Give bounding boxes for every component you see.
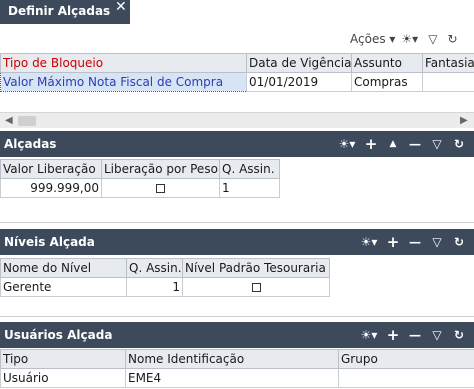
remove-icon[interactable]: — bbox=[404, 235, 426, 249]
filter-icon[interactable]: ▽ bbox=[426, 137, 448, 151]
columns-icon[interactable]: ☀▾ bbox=[401, 30, 418, 48]
scrollbar-thumb[interactable] bbox=[18, 116, 36, 126]
add-icon[interactable]: + bbox=[382, 233, 404, 251]
close-icon[interactable]: ✕ bbox=[115, 0, 127, 15]
add-icon[interactable]: + bbox=[382, 326, 404, 344]
filter-icon[interactable]: ▽ bbox=[426, 328, 448, 342]
column-header-data-vigencia[interactable]: Data de Vigência bbox=[246, 53, 352, 73]
panel-title: Alçadas bbox=[4, 137, 57, 151]
main-toolbar: Ações ▾ ☀▾ ▽ ↻ bbox=[350, 28, 458, 50]
columns-icon[interactable]: ☀▾ bbox=[356, 328, 382, 342]
usuarios-toolbar: ☀▾ + — ▽ ↻ bbox=[356, 325, 470, 345]
remove-icon[interactable]: — bbox=[404, 137, 426, 151]
refresh-icon[interactable]: ↻ bbox=[448, 328, 470, 342]
column-header-q-assin[interactable]: Q. Assin. bbox=[219, 159, 280, 179]
column-header-fantasia[interactable]: Fantasia bbox=[422, 53, 474, 73]
panel-header-alcadas: Alçadas ☀▾ + ▲ — ▽ ↻ bbox=[0, 131, 474, 157]
move-up-icon[interactable]: ▲ bbox=[382, 139, 404, 149]
refresh-icon[interactable]: ↻ bbox=[447, 30, 457, 48]
column-header-grupo[interactable]: Grupo bbox=[338, 349, 474, 369]
scroll-right-icon[interactable]: ▶ bbox=[460, 115, 468, 126]
panel-title: Usuários Alçada bbox=[4, 328, 113, 342]
columns-icon[interactable]: ☀▾ bbox=[334, 137, 360, 151]
bloqueio-grid: Tipo de Bloqueio Data de Vigência Assunt… bbox=[0, 53, 474, 92]
column-header-valor-liberacao[interactable]: Valor Liberação bbox=[0, 159, 102, 179]
scroll-left-icon[interactable]: ◀ bbox=[5, 115, 13, 126]
cell-tipo-bloqueio[interactable]: Valor Máximo Nota Fiscal de Compra bbox=[0, 72, 247, 92]
cell-liberacao-peso[interactable] bbox=[101, 178, 220, 198]
actions-menu-button[interactable]: Ações ▾ bbox=[350, 30, 395, 48]
filter-icon[interactable]: ▽ bbox=[428, 30, 437, 48]
panel-header-usuarios: Usuários Alçada ☀▾ + — ▽ ↻ bbox=[0, 322, 474, 348]
divider bbox=[0, 222, 474, 223]
table-row[interactable]: Usuário EME4 bbox=[0, 368, 474, 388]
cell-valor-liberacao[interactable]: 999.999,00 bbox=[0, 178, 102, 198]
cell-tipo[interactable]: Usuário bbox=[0, 368, 126, 388]
usuarios-grid: Tipo Nome Identificação Grupo Usuário EM… bbox=[0, 349, 474, 388]
column-header-nivel-padrao[interactable]: Nível Padrão Tesouraria bbox=[182, 258, 330, 278]
cell-q-assin[interactable]: 1 bbox=[126, 277, 183, 297]
column-header-assunto[interactable]: Assunto bbox=[351, 53, 423, 73]
table-row[interactable]: 999.999,00 1 bbox=[0, 178, 280, 198]
column-header-tipo-bloqueio[interactable]: Tipo de Bloqueio bbox=[0, 53, 247, 73]
column-header-liberacao-peso[interactable]: Liberação por Peso bbox=[101, 159, 220, 179]
panel-header-niveis: Níveis Alçada ☀▾ + — ▽ ↻ bbox=[0, 229, 474, 255]
divider bbox=[0, 316, 474, 317]
niveis-grid: Nome do Nível Q. Assin. Nível Padrão Tes… bbox=[0, 258, 330, 297]
column-header-nome-identificacao[interactable]: Nome Identificação bbox=[125, 349, 339, 369]
cell-nome-identificacao[interactable]: EME4 bbox=[125, 368, 339, 388]
cell-grupo[interactable] bbox=[338, 368, 474, 388]
filter-icon[interactable]: ▽ bbox=[426, 235, 448, 249]
alcadas-toolbar: ☀▾ + ▲ — ▽ ↻ bbox=[334, 134, 470, 154]
table-row[interactable]: Gerente 1 bbox=[0, 277, 330, 297]
tab-label: Definir Alçadas bbox=[8, 4, 111, 18]
table-row[interactable]: Valor Máximo Nota Fiscal de Compra 01/01… bbox=[0, 72, 474, 92]
alcadas-grid: Valor Liberação Liberação por Peso Q. As… bbox=[0, 159, 280, 198]
cell-q-assin[interactable]: 1 bbox=[219, 178, 280, 198]
remove-icon[interactable]: — bbox=[404, 328, 426, 342]
cell-assunto[interactable]: Compras bbox=[351, 72, 423, 92]
tab-definir-alcadas[interactable]: Definir Alçadas ✕ bbox=[0, 0, 130, 24]
cell-data-vigencia[interactable]: 01/01/2019 bbox=[246, 72, 352, 92]
cell-fantasia[interactable] bbox=[422, 72, 474, 92]
columns-icon[interactable]: ☀▾ bbox=[356, 235, 382, 249]
liberacao-peso-checkbox[interactable] bbox=[156, 184, 165, 193]
niveis-toolbar: ☀▾ + — ▽ ↻ bbox=[356, 232, 470, 252]
horizontal-scrollbar[interactable]: ◀ ▶ bbox=[0, 112, 474, 128]
column-header-nome-nivel[interactable]: Nome do Nível bbox=[0, 258, 127, 278]
column-header-q-assin[interactable]: Q. Assin. bbox=[126, 258, 183, 278]
tab-bar: Definir Alçadas ✕ bbox=[0, 0, 474, 24]
cell-nivel-padrao[interactable] bbox=[182, 277, 330, 297]
add-icon[interactable]: + bbox=[360, 135, 382, 153]
cell-nome-nivel[interactable]: Gerente bbox=[0, 277, 127, 297]
refresh-icon[interactable]: ↻ bbox=[448, 137, 470, 151]
nivel-padrao-checkbox[interactable] bbox=[251, 283, 261, 292]
refresh-icon[interactable]: ↻ bbox=[448, 235, 470, 249]
panel-title: Níveis Alçada bbox=[4, 235, 95, 249]
column-header-tipo[interactable]: Tipo bbox=[0, 349, 126, 369]
